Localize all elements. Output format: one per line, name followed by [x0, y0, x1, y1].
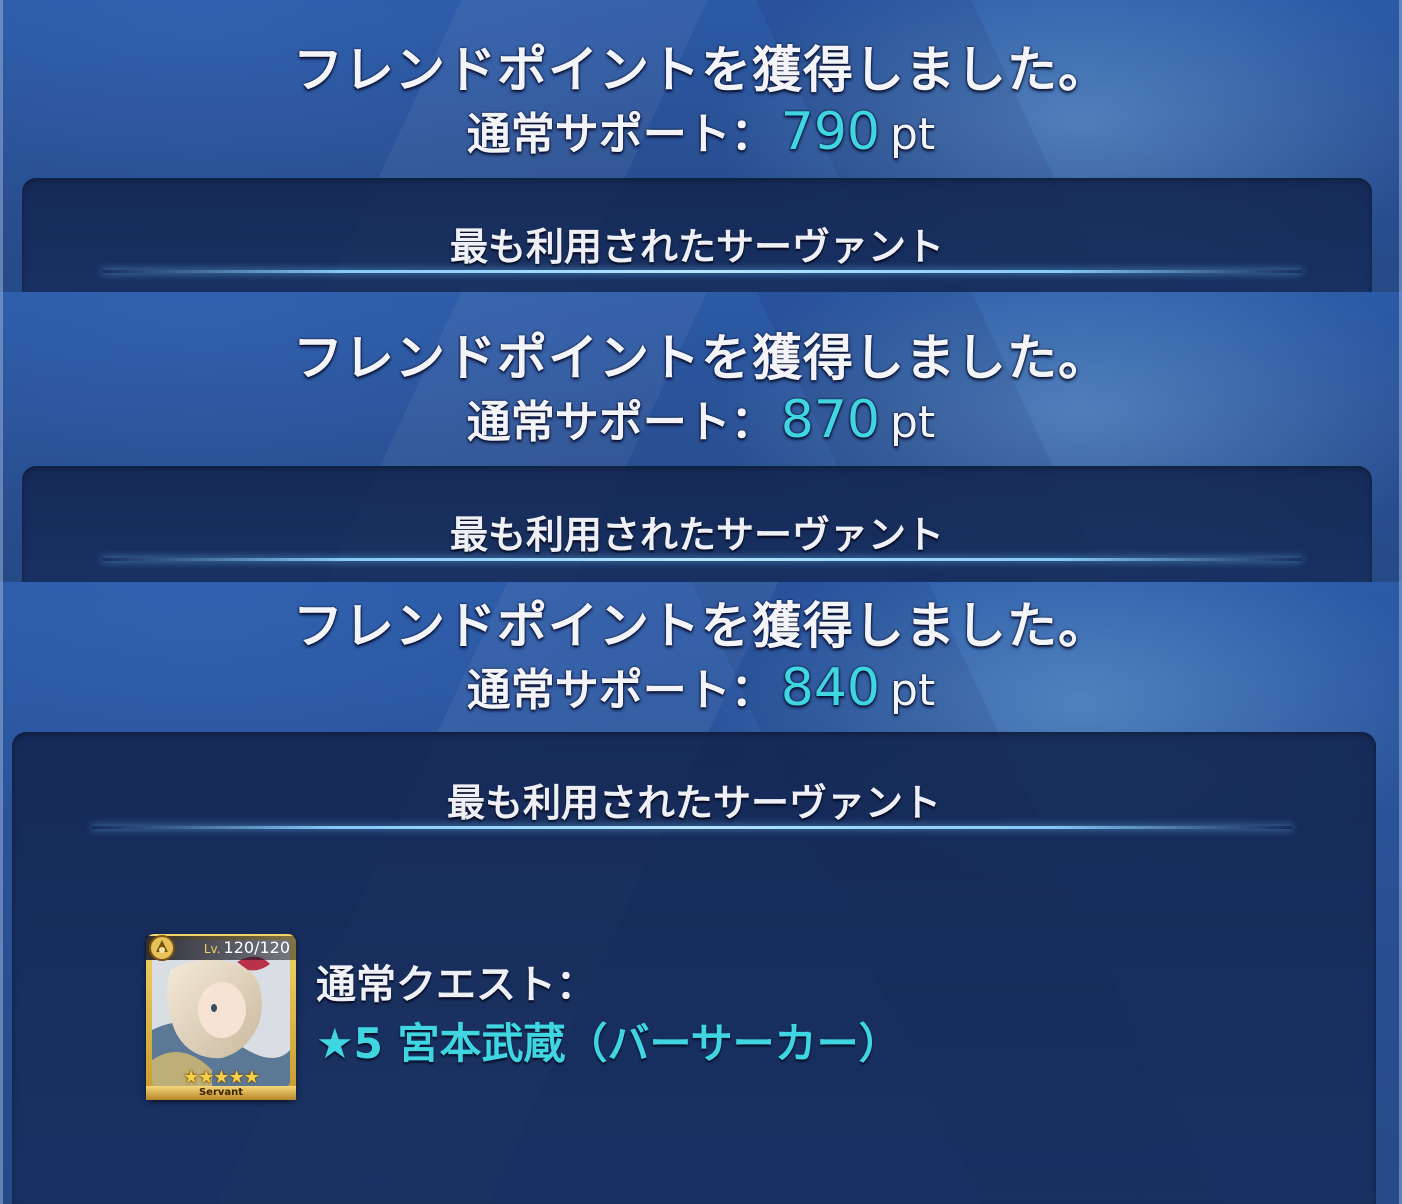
section-title: 最も利用されたサーヴァント: [446, 781, 941, 825]
rarity-stars: ★★★★★: [183, 1067, 260, 1088]
servant-section: 最も利用されたサーヴァント: [22, 178, 1372, 292]
berserker-class-icon: [149, 935, 175, 961]
support-points-line: 通常サポート： 790 pt: [0, 98, 1402, 162]
divider-line: [102, 270, 1302, 273]
servant-card[interactable]: Lv. 120/120 ★★★★★ Servant: [146, 934, 296, 1100]
points-unit: pt: [890, 665, 936, 716]
points-value: 790: [780, 102, 881, 162]
support-label: 通常サポート：: [466, 665, 775, 716]
points-unit: pt: [890, 397, 936, 448]
result-panel-2: フレンドポイントを獲得しました。 通常サポート： 870 pt 最も利用されたサーヴ…: [0, 292, 1402, 582]
divider-line: [92, 826, 1292, 829]
support-points-line: 通常サポート： 840 pt: [0, 654, 1402, 718]
points-value: 840: [780, 658, 881, 718]
quest-label: 通常クエスト：: [316, 962, 596, 1008]
servant-name: ★5 宮本武蔵（バーサーカー）: [316, 1019, 901, 1068]
section-title: 最も利用されたサーヴァント: [449, 513, 944, 557]
panel-title: フレンドポイントを獲得しました。: [293, 329, 1109, 387]
result-panel-3: フレンドポイントを獲得しました。 通常サポート： 840 pt 最も利用されたサーヴ…: [0, 582, 1402, 1204]
servant-section: 最も利用されたサーヴァント: [22, 466, 1372, 582]
result-panel-1: フレンドポイントを獲得しました。 通常サポート： 790 pt 最も利用されたサーヴ…: [0, 0, 1402, 292]
section-title: 最も利用されたサーヴァント: [449, 225, 944, 269]
support-label: 通常サポート：: [466, 397, 775, 448]
panel-title: フレンドポイントを獲得しました。: [293, 41, 1109, 99]
level-value: 120/120: [223, 938, 290, 957]
divider-line: [102, 558, 1302, 561]
points-unit: pt: [890, 109, 936, 160]
card-footer-label: Servant: [146, 1086, 296, 1100]
support-label: 通常サポート：: [466, 109, 775, 160]
level-prefix: Lv.: [203, 942, 221, 956]
points-value: 870: [780, 390, 881, 450]
support-points-line: 通常サポート： 870 pt: [0, 386, 1402, 450]
panel-title: フレンドポイントを獲得しました。: [293, 597, 1109, 655]
